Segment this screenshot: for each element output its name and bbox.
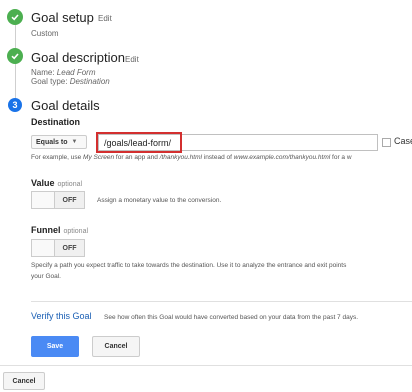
funnel-toggle-label: OFF [55, 240, 84, 256]
value-label-row: Value optional [31, 178, 82, 188]
help-example: My Screen [83, 154, 115, 161]
funnel-optional: optional [63, 228, 89, 235]
value-hint: Assign a monetary value to the conversio… [97, 197, 222, 204]
help-part: instead of [201, 154, 234, 161]
toggle-knob [32, 192, 55, 208]
cancel-button[interactable]: Cancel [92, 336, 140, 357]
case-sensitive-checkbox[interactable] [382, 138, 391, 147]
timeline-line [15, 25, 16, 105]
goal-setup-title: Goal setup [31, 10, 94, 25]
value-label: Value [31, 178, 55, 188]
chevron-down-icon: ▼ [71, 139, 78, 145]
step-number-badge: 3 [8, 98, 22, 112]
funnel-label-row: Funnel optional [31, 225, 88, 235]
goal-details-title: Goal details [31, 98, 100, 113]
save-button[interactable]: Save [31, 336, 79, 357]
verify-goal-link[interactable]: Verify this Goal [31, 311, 92, 321]
value-toggle[interactable]: OFF [31, 191, 85, 209]
goal-type-label: Goal type: [31, 77, 68, 86]
outer-cancel-button[interactable]: Cancel [3, 372, 45, 390]
footer-divider [0, 365, 412, 366]
goal-description-title: Goal description [31, 50, 125, 65]
match-type-dropdown[interactable]: Equals to ▼ [31, 135, 87, 149]
help-part: For example, use [31, 154, 84, 161]
value-toggle-label: OFF [55, 192, 84, 208]
goal-name-value: Lead Form [56, 68, 96, 77]
help-example: /thankyou.html [159, 154, 202, 161]
goal-name-label: Name: [31, 68, 55, 77]
help-example: www.example.com/thankyou.html [233, 154, 331, 161]
funnel-help-line2: your Goal. [31, 273, 61, 280]
funnel-help-line1: Specify a path you expect traffic to tak… [31, 262, 347, 269]
destination-help-text: For example, use My Screen for an app an… [31, 152, 352, 163]
check-icon [7, 9, 23, 25]
goal-setup-value: Custom [31, 29, 59, 38]
goal-type-line: Goal type: Destination [31, 77, 110, 86]
funnel-toggle[interactable]: OFF [31, 239, 85, 257]
destination-input-highlight-overlay [96, 132, 182, 153]
check-icon [7, 48, 23, 64]
goal-name-line: Name: Lead Form [31, 68, 95, 77]
value-optional: optional [57, 181, 83, 188]
section-divider [31, 301, 412, 302]
goal-description-edit-link[interactable]: Edit [125, 55, 139, 64]
funnel-label: Funnel [31, 225, 61, 235]
goal-type-value: Destination [69, 77, 110, 86]
help-part: for an app and [114, 154, 160, 161]
match-type-value: Equals to [36, 138, 68, 146]
case-sensitive-label: Case [394, 136, 412, 146]
verify-description: See how often this Goal would have conve… [104, 314, 359, 321]
goal-setup-edit-link[interactable]: Edit [98, 14, 112, 23]
toggle-knob [32, 240, 55, 256]
help-part: for a w [330, 154, 352, 161]
destination-label: Destination [31, 117, 81, 127]
